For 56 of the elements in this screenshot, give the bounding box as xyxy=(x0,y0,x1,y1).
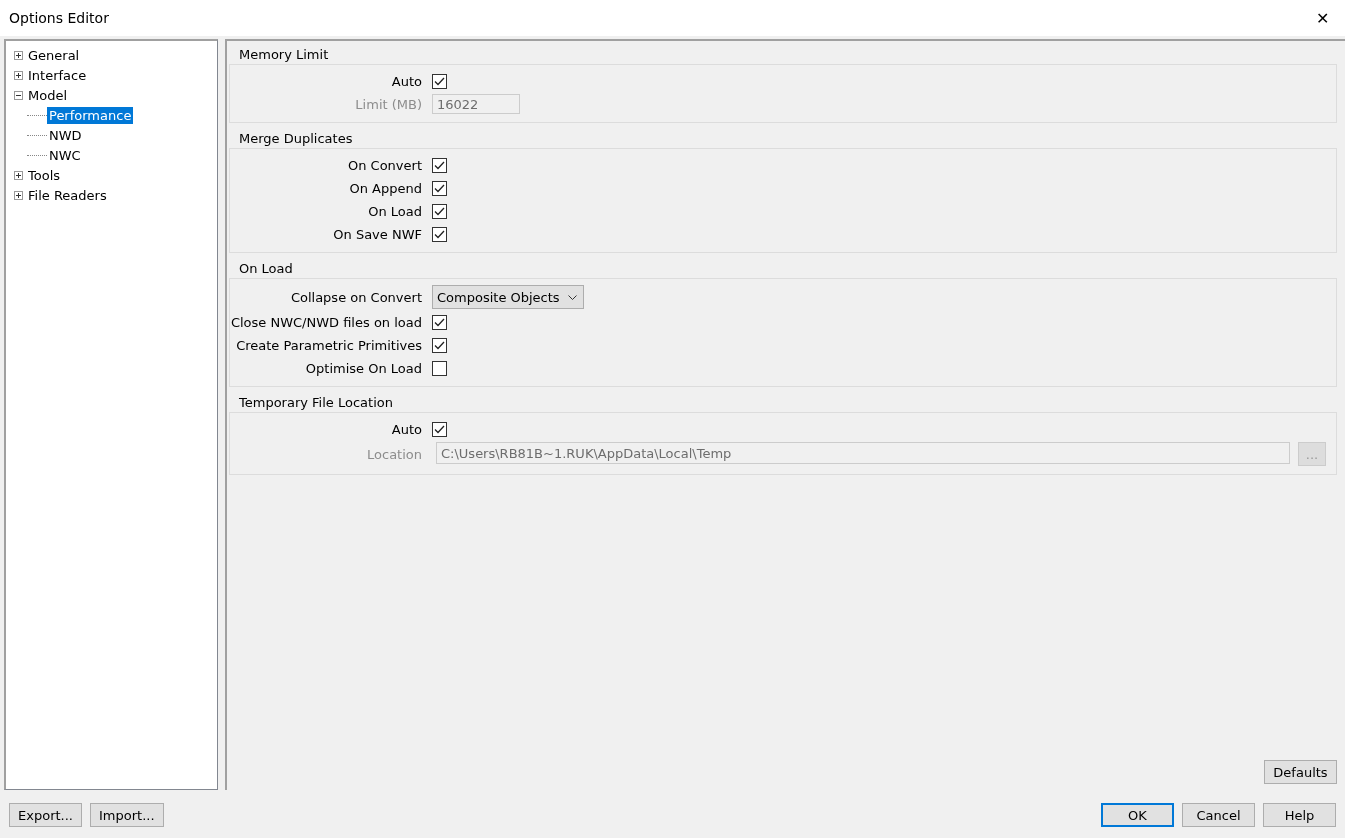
group-title: Merge Duplicates xyxy=(238,130,354,148)
check-icon xyxy=(434,424,445,434)
defaults-button[interactable]: Defaults xyxy=(1264,760,1337,784)
dropdown[interactable]: Composite Objects xyxy=(432,285,584,309)
checkbox[interactable] xyxy=(432,203,447,219)
option-label: On Append xyxy=(348,180,422,196)
option-label: Limit (MB) xyxy=(354,96,422,112)
tree-item[interactable]: NWD xyxy=(47,126,84,144)
checkbox[interactable] xyxy=(432,226,447,242)
tree-item[interactable]: Model xyxy=(26,86,70,104)
window-title: Options Editor xyxy=(9,10,109,26)
option-label: On Convert xyxy=(347,157,422,173)
expand-icon[interactable] xyxy=(14,170,23,180)
option-label: Create Parametric Primitives xyxy=(235,337,422,353)
export-button[interactable]: Export... xyxy=(9,803,82,827)
tree-item[interactable]: NWC xyxy=(47,146,83,164)
option-label: On Load xyxy=(367,203,422,219)
group-title: Temporary File Location xyxy=(238,394,394,412)
checkbox[interactable] xyxy=(432,180,447,196)
check-icon xyxy=(434,183,445,193)
checkbox[interactable] xyxy=(432,360,447,376)
check-icon xyxy=(434,76,445,86)
tree-item[interactable]: File Readers xyxy=(26,186,109,204)
option-label: Optimise On Load xyxy=(304,360,422,376)
expand-icon[interactable] xyxy=(14,50,23,60)
option-label: Close NWC/NWD files on load xyxy=(230,314,422,330)
option-label: Location xyxy=(366,446,422,462)
tree-item[interactable]: Performance xyxy=(47,106,134,124)
option-label: Auto xyxy=(390,73,422,89)
close-button[interactable]: ✕ xyxy=(1308,4,1337,32)
checkbox[interactable] xyxy=(432,73,447,89)
group-title: Memory Limit xyxy=(238,46,330,64)
dialog-button[interactable]: OK xyxy=(1101,803,1174,827)
check-icon xyxy=(434,206,445,216)
option-label: Auto xyxy=(390,421,422,437)
option-label: On Save NWF xyxy=(332,226,422,242)
dialog-button[interactable]: Help xyxy=(1263,803,1336,827)
check-icon xyxy=(434,340,445,350)
check-icon xyxy=(434,317,445,327)
import-button[interactable]: Import... xyxy=(90,803,164,827)
dialog-button[interactable]: Cancel xyxy=(1182,803,1255,827)
group-title: On Load xyxy=(238,260,294,278)
expand-icon[interactable] xyxy=(14,70,23,80)
checkbox[interactable] xyxy=(432,337,447,353)
check-icon xyxy=(434,160,445,170)
checkbox[interactable] xyxy=(432,314,447,330)
option-label: Collapse on Convert xyxy=(289,289,422,305)
tree-item[interactable]: General xyxy=(26,46,82,64)
chevron-down-icon xyxy=(567,294,577,300)
check-icon xyxy=(434,229,445,239)
checkbox[interactable] xyxy=(432,157,447,173)
tree-item[interactable]: Interface xyxy=(26,66,89,84)
tree-item[interactable]: Tools xyxy=(26,166,63,184)
checkbox[interactable] xyxy=(432,421,447,437)
expand-icon[interactable] xyxy=(14,190,23,200)
collapse-icon[interactable] xyxy=(14,90,23,100)
